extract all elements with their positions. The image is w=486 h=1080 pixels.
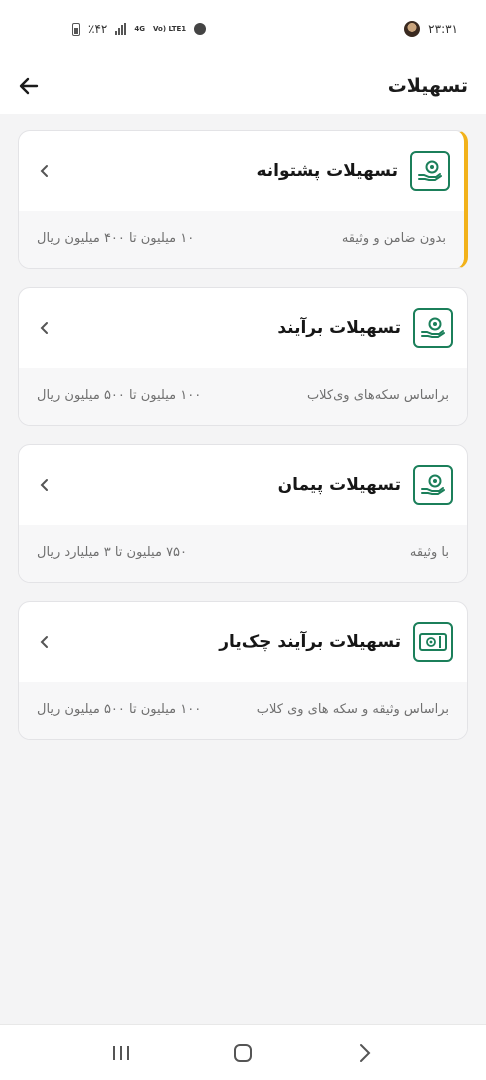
hand-coin-icon bbox=[413, 308, 453, 348]
card-title: تسهیلات برآیند چک‌یار bbox=[219, 632, 401, 652]
card-amount-range: ۷۵۰ میلیون تا ۳ میلیارد ریال bbox=[37, 545, 188, 560]
back-nav-button[interactable] bbox=[345, 1033, 385, 1073]
chevron-left-icon bbox=[35, 161, 55, 181]
card-amount-range: ۱۰۰ میلیون تا ۵۰۰ میلیون ریال bbox=[37, 702, 202, 717]
back-button[interactable] bbox=[14, 71, 44, 101]
card-header: تسهیلات برآیند bbox=[19, 288, 467, 368]
card-condition: براساس وثیقه و سکه های وی کلاب bbox=[256, 702, 449, 717]
card-title: تسهیلات برآیند bbox=[277, 318, 401, 338]
home-button[interactable] bbox=[223, 1033, 263, 1073]
facility-card-poshtvaneh[interactable]: تسهیلات پشتوانه بدون ضامن و وثیقه ۱۰ میل… bbox=[18, 130, 468, 269]
facility-card-peyman[interactable]: تسهیلات پیمان با وثیقه ۷۵۰ میلیون تا ۳ م… bbox=[18, 444, 468, 583]
card-header: تسهیلات پشتوانه bbox=[19, 131, 464, 211]
card-title-group: تسهیلات برآیند bbox=[277, 308, 453, 348]
status-right: ۲۳:۳۱ bbox=[404, 21, 458, 37]
card-title-group: تسهیلات پیمان bbox=[278, 465, 453, 505]
card-details: با وثیقه ۷۵۰ میلیون تا ۳ میلیارد ریال bbox=[19, 525, 467, 582]
card-details: براساس وثیقه و سکه های وی کلاب ۱۰۰ میلیو… bbox=[19, 682, 467, 739]
facilities-list: تسهیلات پشتوانه بدون ضامن و وثیقه ۱۰ میل… bbox=[18, 130, 468, 758]
battery-level: ٪۴۲ bbox=[88, 22, 108, 36]
facility-card-barayand[interactable]: تسهیلات برآیند براساس سکه‌های وی‌کلاب ۱۰… bbox=[18, 287, 468, 426]
arrow-left-icon bbox=[19, 77, 39, 95]
alarm-icon bbox=[194, 23, 207, 35]
chevron-right-icon bbox=[360, 1043, 371, 1062]
card-header: تسهیلات برآیند چک‌یار bbox=[19, 602, 467, 682]
volte-indicator: Vo) LTE1 bbox=[152, 24, 187, 33]
card-condition: با وثیقه bbox=[409, 545, 449, 560]
card-header: تسهیلات پیمان bbox=[19, 445, 467, 525]
page-title: تسهیلات bbox=[387, 75, 468, 97]
hand-coin-icon bbox=[413, 465, 453, 505]
app-bar: تسهیلات bbox=[0, 58, 486, 114]
status-time: ۲۳:۳۱ bbox=[428, 22, 458, 36]
recent-apps-icon bbox=[113, 1045, 129, 1060]
recent-apps-button[interactable] bbox=[101, 1033, 141, 1073]
facility-card-barayand-chekyar[interactable]: تسهیلات برآیند چک‌یار براساس وثیقه و سکه… bbox=[18, 601, 468, 740]
card-title-group: تسهیلات پشتوانه bbox=[256, 151, 450, 191]
card-condition: براساس سکه‌های وی‌کلاب bbox=[306, 388, 449, 403]
hand-coin-icon bbox=[410, 151, 450, 191]
home-icon bbox=[234, 1043, 252, 1062]
status-bar: ٪۴۲ 4G Vo) LTE1 ۲۳:۳۱ bbox=[0, 0, 486, 58]
network-type: 4G bbox=[134, 24, 145, 33]
status-left: ٪۴۲ 4G Vo) LTE1 bbox=[72, 22, 207, 36]
card-condition: بدون ضامن و وثیقه bbox=[341, 231, 446, 246]
cheque-icon bbox=[413, 622, 453, 662]
card-amount-range: ۱۰ میلیون تا ۴۰۰ میلیون ریال bbox=[37, 231, 195, 246]
signal-icon bbox=[115, 23, 127, 35]
battery-icon bbox=[72, 22, 80, 36]
card-details: براساس سکه‌های وی‌کلاب ۱۰۰ میلیون تا ۵۰۰… bbox=[19, 368, 467, 425]
chevron-left-icon bbox=[35, 475, 55, 495]
card-details: بدون ضامن و وثیقه ۱۰ میلیون تا ۴۰۰ میلیو… bbox=[19, 211, 464, 268]
card-amount-range: ۱۰۰ میلیون تا ۵۰۰ میلیون ریال bbox=[37, 388, 202, 403]
card-title-group: تسهیلات برآیند چک‌یار bbox=[219, 622, 453, 662]
system-nav-bar bbox=[0, 1024, 486, 1080]
card-title: تسهیلات پشتوانه bbox=[256, 161, 398, 181]
notification-avatar-icon bbox=[404, 21, 421, 37]
card-title: تسهیلات پیمان bbox=[277, 475, 401, 495]
chevron-left-icon bbox=[35, 632, 55, 652]
chevron-left-icon bbox=[35, 318, 55, 338]
